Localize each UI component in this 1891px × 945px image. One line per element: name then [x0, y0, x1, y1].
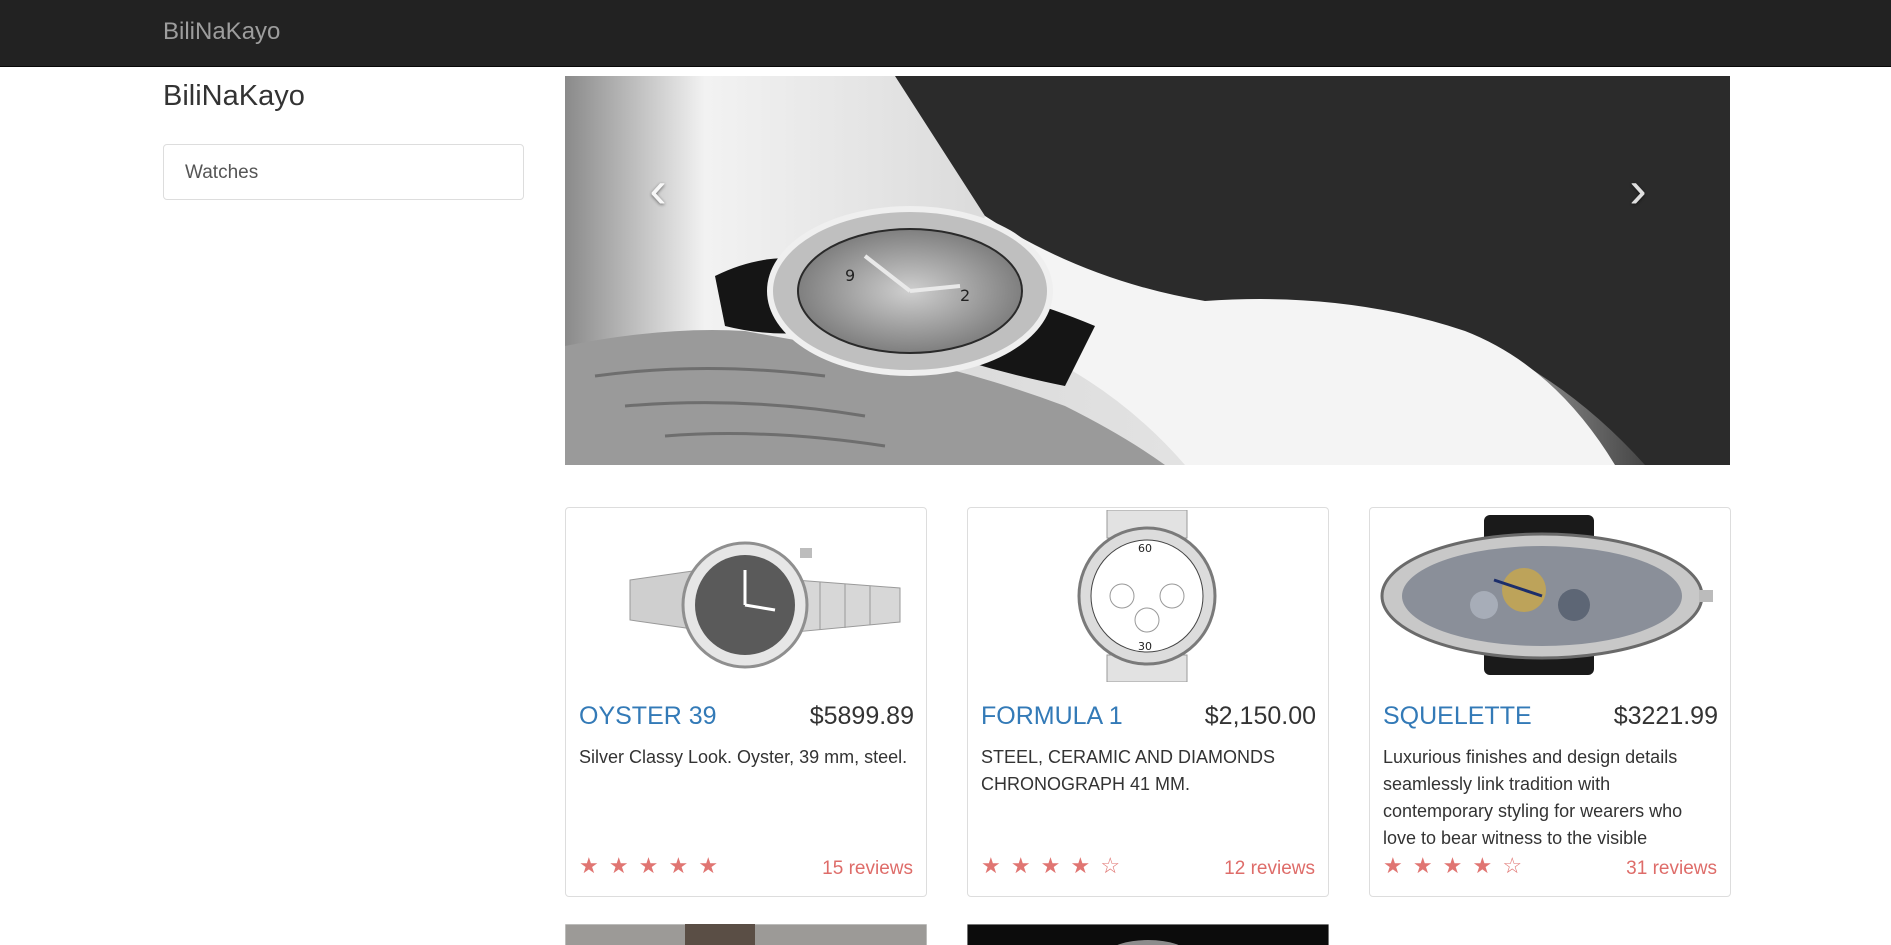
review-count: 15 reviews: [822, 858, 913, 879]
product-name-link[interactable]: OYSTER 39: [579, 702, 717, 731]
chevron-left-icon: ‹: [649, 161, 667, 219]
product-price: $3221.99: [1613, 702, 1718, 730]
svg-text:60: 60: [1138, 542, 1152, 555]
product-description: Luxurious finishes and design details se…: [1383, 747, 1683, 848]
top-navbar: BiliNaKayo: [0, 0, 1891, 67]
product-image-squelette: [1374, 510, 1726, 682]
product-name-link[interactable]: SQUELETTE: [1383, 702, 1532, 731]
product-price: $2,150.00: [1204, 702, 1316, 730]
svg-text:30: 30: [1138, 640, 1152, 653]
carousel-prev-button[interactable]: ‹: [628, 160, 688, 220]
product-card-image-partial: [565, 924, 927, 945]
category-item-watches[interactable]: Watches: [163, 144, 524, 200]
svg-text:9: 9: [845, 266, 855, 285]
star-rating: ★ ★ ★ ★ ☆: [1383, 853, 1525, 878]
product-card: 60 30 FORMULA 1 $2,150.00 STEEL, CERAMIC…: [967, 507, 1329, 897]
star-rating: ★ ★ ★ ★ ☆: [981, 853, 1123, 878]
product-description: Silver Classy Look. Oyster, 39 mm, steel…: [579, 747, 908, 767]
navbar-brand-link[interactable]: BiliNaKayo: [163, 18, 280, 46]
hero-carousel: 9 2: [565, 76, 1730, 465]
category-list: Watches: [163, 144, 524, 200]
product-description: STEEL, CERAMIC AND DIAMONDS CHRONOGRAPH …: [981, 747, 1276, 794]
product-image-formula-1: 60 30: [972, 510, 1324, 682]
carousel-next-button[interactable]: ›: [1608, 160, 1668, 220]
product-card-image-partial: [967, 924, 1329, 945]
star-rating: ★ ★ ★ ★ ★: [579, 853, 721, 878]
product-name-link[interactable]: FORMULA 1: [981, 702, 1123, 731]
product-card: SQUELETTE $3221.99 Luxurious finishes an…: [1369, 507, 1731, 897]
carousel-slide-image: 9 2: [565, 76, 1730, 465]
review-count: 31 reviews: [1626, 858, 1717, 879]
product-image-oyster: [570, 510, 922, 682]
review-count: 12 reviews: [1224, 858, 1315, 879]
chevron-right-icon: ›: [1629, 161, 1647, 219]
product-price: $5899.89: [809, 702, 914, 730]
sidebar-title: BiliNaKayo: [163, 80, 305, 112]
product-card: OYSTER 39 $5899.89 Silver Classy Look. O…: [565, 507, 927, 897]
svg-text:2: 2: [960, 286, 970, 305]
